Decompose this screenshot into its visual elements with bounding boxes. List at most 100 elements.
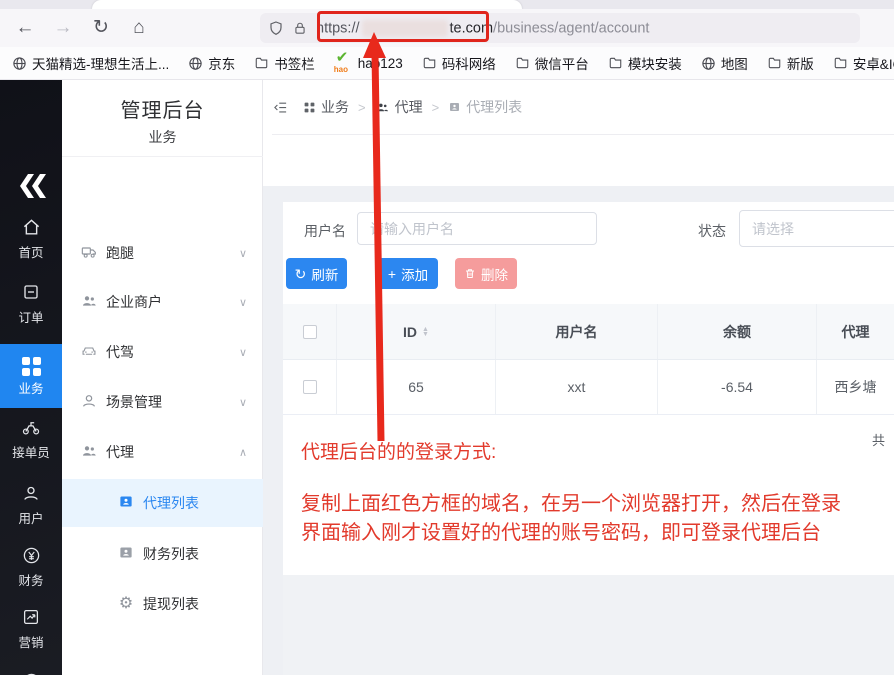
bookmark-folder-xinban[interactable]: 新版 — [767, 53, 814, 73]
agent-table: ID▲▼ 用户名 余额 代理 65 xxt -6.54 西乡塘 — [283, 304, 894, 415]
browser-toolbar: ← → ↻ ⌂ https://te.com/business/agent/ac… — [0, 9, 894, 47]
home-button[interactable]: ⌂ — [124, 13, 154, 43]
bookmark-hao123[interactable]: ✔haohao123 — [334, 55, 403, 71]
chevron-down-icon: ∨ — [239, 346, 247, 359]
sidebar-item-marketing[interactable]: 营销 — [0, 608, 62, 651]
gear-icon: ⚙ — [117, 596, 135, 612]
submenu-item-daililiebiao[interactable]: 代理列表 — [62, 479, 263, 527]
chart-icon — [0, 608, 62, 628]
cell-username: xxt — [496, 360, 658, 414]
hao123-icon: ✔hao — [334, 55, 354, 71]
content-gap — [263, 186, 894, 202]
address-bar[interactable]: https://te.com/business/agent/account — [260, 13, 860, 43]
rider-icon — [0, 418, 62, 438]
reload-button[interactable]: ↻ — [86, 13, 116, 43]
primary-sidebar: 首页 订单 业务 接单员 用户 财务 营销 渠道 — [0, 80, 62, 675]
id-badge-icon — [117, 545, 135, 563]
chevron-down-icon: ∨ — [239, 296, 247, 309]
globe-icon — [701, 56, 716, 71]
person-icon — [80, 393, 98, 412]
cell-agent: 西乡塘 — [817, 360, 894, 414]
breadcrumb-agent-list: 代理列表 — [448, 97, 522, 117]
sidebar-item-couriers[interactable]: 接单员 — [0, 418, 62, 461]
module-subtitle: 业务 — [62, 127, 263, 157]
folder-icon — [515, 56, 530, 70]
row-checkbox[interactable] — [303, 380, 317, 394]
screen: ← → ↻ ⌂ https://te.com/business/agent/ac… — [0, 0, 894, 675]
grid-icon — [0, 354, 62, 374]
menu-item-paotui[interactable]: 跑腿 ∨ — [62, 229, 263, 277]
pagination-total: 共 — [872, 430, 885, 449]
content-card: 用户名 状态 ↻刷新 +添加 删除 ID▲▼ 用户名 余额 代理 65 xxt … — [283, 202, 894, 575]
submenu-item-caiwuliebiao[interactable]: 财务列表 — [62, 530, 263, 578]
car-icon — [80, 343, 98, 361]
refresh-icon: ↻ — [295, 267, 307, 281]
menu-item-daijia[interactable]: 代驾 ∨ — [62, 328, 263, 376]
bookmark-folder-weixinpingtai[interactable]: 微信平台 — [515, 53, 589, 73]
id-badge-icon — [448, 101, 461, 113]
truck-icon — [80, 244, 98, 263]
status-label: 状态 — [698, 221, 726, 241]
bookmark-folder-shuqianlan[interactable]: 书签栏 — [254, 53, 315, 73]
bookmark-jd[interactable]: 京东 — [188, 53, 235, 73]
header-agent: 代理 — [817, 304, 894, 359]
grid-icon — [303, 101, 316, 114]
browser-active-tab[interactable] — [92, 0, 522, 9]
breadcrumb-agent[interactable]: 代理 — [375, 97, 423, 117]
main-header: 业务 > 代理 > 代理列表 工作台 前端主题 订单管理 — [263, 80, 894, 186]
sidebar-item-business[interactable]: 业务 — [0, 344, 62, 408]
sidebar-item-orders[interactable]: 订单 — [0, 283, 62, 326]
bookmark-tmall[interactable]: 天猫精选-理想生活上... — [12, 53, 169, 73]
chevron-up-icon: ∧ — [239, 446, 247, 459]
add-button[interactable]: +添加 — [378, 258, 438, 289]
header-id[interactable]: ID▲▼ — [337, 304, 496, 359]
trash-icon — [464, 267, 476, 280]
globe-icon — [12, 56, 27, 71]
delete-button[interactable]: 删除 — [455, 258, 517, 289]
breadcrumb: 业务 > 代理 > 代理列表 — [272, 80, 894, 135]
lock-icon — [293, 21, 307, 36]
folder-icon — [833, 56, 848, 70]
sidebar-item-finance[interactable]: 财务 — [0, 546, 62, 589]
back-button[interactable]: ← — [10, 13, 40, 43]
admin-panel-title: 管理后台 — [62, 94, 263, 123]
url-text: https://te.com/business/agent/account — [316, 20, 649, 37]
menu-item-daili[interactable]: 代理 ∧ — [62, 428, 263, 476]
bookmark-folder-makewangluo[interactable]: 码科网络 — [422, 53, 496, 73]
select-all-cell — [283, 304, 337, 359]
money-icon — [0, 546, 62, 566]
folder-icon — [254, 56, 269, 70]
url-blurred-domain — [362, 20, 448, 37]
breadcrumb-separator: > — [432, 100, 440, 115]
shield-icon — [268, 20, 284, 36]
submenu-item-tixianliebiao[interactable]: ⚙ 提现列表 — [62, 580, 263, 628]
folder-icon — [767, 56, 782, 70]
select-all-checkbox[interactable] — [303, 325, 317, 339]
bookmark-folder-mokuaianzhuang[interactable]: 模块安装 — [608, 53, 682, 73]
status-select[interactable] — [739, 210, 894, 247]
menu-item-changjingguanli[interactable]: 场景管理 ∨ — [62, 378, 263, 426]
table-header-row: ID▲▼ 用户名 余额 代理 — [283, 304, 894, 360]
app-logo-icon — [12, 170, 50, 202]
bookmark-ditu[interactable]: 地图 — [701, 53, 748, 73]
collapse-menu-icon[interactable] — [272, 100, 289, 115]
user-icon — [0, 484, 62, 504]
sort-icon[interactable]: ▲▼ — [422, 327, 429, 337]
order-icon — [0, 283, 62, 303]
people-icon — [375, 101, 390, 114]
username-input[interactable] — [357, 212, 597, 245]
menu-item-qiyeshanghu[interactable]: 企业商户 ∨ — [62, 278, 263, 326]
home-icon — [0, 218, 62, 238]
sidebar-item-home[interactable]: 首页 — [0, 218, 62, 261]
folder-icon — [608, 56, 623, 70]
breadcrumb-business[interactable]: 业务 — [303, 97, 349, 117]
breadcrumb-separator: > — [358, 100, 366, 115]
table-row[interactable]: 65 xxt -6.54 西乡塘 — [283, 360, 894, 415]
refresh-button[interactable]: ↻刷新 — [286, 258, 347, 289]
forward-button[interactable]: → — [48, 13, 78, 43]
bookmark-folder-anzhuo-ios[interactable]: 安卓&IOS上架 — [833, 53, 894, 73]
chevron-down-icon: ∨ — [239, 396, 247, 409]
sidebar-item-users[interactable]: 用户 — [0, 484, 62, 527]
bookmarks-bar: 天猫精选-理想生活上... 京东 书签栏 ✔haohao123 码科网络 微信平… — [0, 47, 894, 80]
people-icon — [80, 293, 98, 312]
